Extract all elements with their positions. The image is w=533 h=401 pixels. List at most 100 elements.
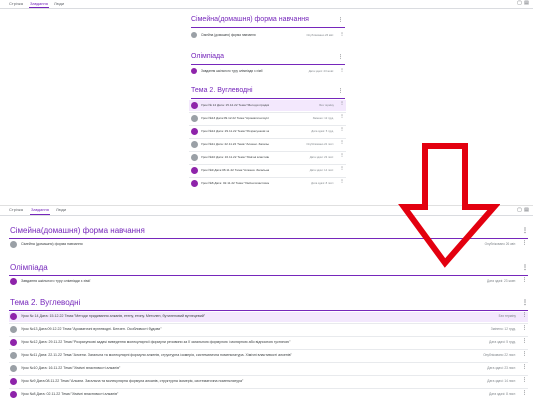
assignment-icon <box>10 241 17 248</box>
more-vert-icon[interactable]: ⋮ <box>522 338 527 344</box>
red-down-arrow <box>398 143 500 268</box>
assignment-icon <box>191 167 198 174</box>
list-item[interactable]: Урок № 14 Дата: 15.12.22 Тема:"Методи пр… <box>9 312 528 322</box>
assignment-icon <box>191 180 198 187</box>
item-meta: Опубліковано 26 квіт. <box>306 33 334 37</box>
more-vert-icon[interactable]: ⋮ <box>522 227 528 234</box>
more-vert-icon[interactable]: ⋮ <box>522 312 527 318</box>
list-item[interactable]: Урок №13 Дата:09.12.22 Тема:"Ароматичні … <box>9 325 528 335</box>
assignment-icon <box>10 313 17 320</box>
more-vert-icon[interactable]: ⋮ <box>522 240 527 246</box>
item-meta: Дата здачі: 14 лист. <box>487 379 516 383</box>
item-title: Сімейна (домашня) форма навчання <box>201 33 256 37</box>
calendar-icon[interactable]: ▢ <box>517 1 522 6</box>
item-meta: Дата здачі: 8 лист. <box>311 182 334 185</box>
item-title: Урок №9 Дата:08.11.22 Тема:"Алкани. Зага… <box>21 379 244 383</box>
assignment-icon <box>10 352 17 359</box>
list-item[interactable]: Урок №8 Дата: 02.11.22 Тема:"Хімічні вла… <box>9 390 528 400</box>
tab-classwork[interactable]: Завдання <box>30 206 50 215</box>
list-item[interactable]: Урок №11 Дата: 22.11.22 Тема:"Алкени. За… <box>189 139 346 150</box>
more-vert-icon[interactable]: ⋮ <box>340 113 344 118</box>
section-divider <box>191 64 345 65</box>
list-item[interactable]: Урок №10 Дата: 16.11.22 Тема:"Хімічні вл… <box>9 364 528 374</box>
more-vert-icon[interactable]: ⋮ <box>340 165 344 170</box>
assignment-icon <box>10 326 17 333</box>
tab-classwork[interactable]: Завдання <box>29 0 49 8</box>
more-vert-icon[interactable]: ⋮ <box>340 152 344 157</box>
list-item[interactable]: Сімейна (домашня) форма навчання Опублік… <box>189 30 346 40</box>
assignment-icon <box>10 378 17 385</box>
tab-stream[interactable]: Стрічка <box>9 0 23 7</box>
list-item[interactable]: Урок №12 Дата: 29.11.22 Тема:"Розрахунко… <box>189 126 346 137</box>
drive-icon[interactable]: ▤ <box>524 1 529 6</box>
tab-people[interactable]: Люди <box>54 0 64 7</box>
item-meta: Дата здачі: 8 лист. <box>489 392 516 396</box>
item-meta: Змінено: 12 груд. <box>490 327 516 331</box>
item-meta: Без терміну <box>498 314 516 318</box>
drive-icon[interactable]: ▤ <box>524 208 529 213</box>
item-title: Урок № 14 Дата: 15.12.22 Тема:"Методи пр… <box>201 103 269 107</box>
item-title: Сімейна (домашня) форма навчання <box>21 242 83 246</box>
more-vert-icon[interactable]: ⋮ <box>338 88 343 94</box>
more-vert-icon[interactable]: ⋮ <box>522 390 527 396</box>
more-vert-icon[interactable]: ⋮ <box>522 277 527 283</box>
more-vert-icon[interactable]: ⋮ <box>522 299 528 306</box>
more-vert-icon[interactable]: ⋮ <box>340 139 344 144</box>
calendar-icon[interactable]: ▢ <box>517 208 522 213</box>
row-divider <box>9 362 528 363</box>
item-title: Завдання шкільного туру олімпіади з хімі… <box>201 69 263 73</box>
list-item[interactable]: Урок №10 Дата: 16.11.22 Тема:"Хімічні вл… <box>189 152 346 163</box>
item-title: Урок №10 Дата: 16.11.22 Тема:"Хімічні вл… <box>21 366 121 370</box>
list-item[interactable]: Завдання шкільного туру олімпіади з хімі… <box>189 66 346 76</box>
item-title: Урок №11 Дата: 22.11.22 Тема:"Алкени. За… <box>201 142 269 146</box>
section-divider <box>191 27 345 28</box>
more-vert-icon[interactable]: ⋮ <box>340 126 344 131</box>
more-vert-icon[interactable]: ⋮ <box>522 364 527 370</box>
tab-people[interactable]: Люди <box>56 206 66 214</box>
more-vert-icon[interactable]: ⋮ <box>340 67 344 72</box>
section-divider <box>191 98 345 99</box>
item-title: Урок №11 Дата: 22.11.22 Тема:"Алкени. За… <box>21 353 292 357</box>
more-vert-icon[interactable]: ⋮ <box>522 377 527 383</box>
section-title: Олімпіада <box>191 53 225 60</box>
item-meta: Дата здачі: 23 жовт. <box>308 69 334 73</box>
top-tabs: Стрічка Завдання Люди ▢ ▤ <box>0 0 533 9</box>
item-title: Урок №8 Дата: 02.11.22 Тема:"Хімічні вла… <box>21 392 119 396</box>
row-divider <box>9 375 528 376</box>
item-title: Урок №13 Дата:09.12.22 Тема:"Ароматичні … <box>201 116 269 120</box>
section-title: Тема 2. Вуглеводні <box>191 87 253 94</box>
list-item[interactable]: Урок №9 Дата:08.11.22 Тема:"Алкани. Зага… <box>9 377 528 387</box>
item-title: Урок № 14 Дата: 15.12.22 Тема:"Методи пр… <box>21 314 206 318</box>
section-title: Олімпіада <box>10 263 48 272</box>
list-item[interactable]: Урок №9 Дата:08.11.22 Тема:"Алкани. Зага… <box>189 165 346 176</box>
more-vert-icon[interactable]: ⋮ <box>522 264 528 271</box>
section-title: Тема 2. Вуглеводні <box>10 298 81 307</box>
list-item[interactable]: Урок №12 Дата: 29.11.22 Тема:"Розрахунко… <box>9 338 528 348</box>
item-meta: Дата здачі: 5 груд. <box>311 130 334 133</box>
more-vert-icon[interactable]: ⋮ <box>340 31 344 36</box>
more-vert-icon[interactable]: ⋮ <box>338 17 343 23</box>
list-item[interactable]: Урок № 14 Дата: 15.12.22 Тема:"Методи пр… <box>189 100 346 111</box>
section-divider <box>9 310 528 311</box>
list-item[interactable]: Урок №8 Дата: 02.11.22 Тема:"Хімічні вла… <box>189 178 346 189</box>
assignment-icon <box>191 102 198 109</box>
row-divider <box>9 323 528 324</box>
list-item[interactable]: Урок №13 Дата:09.12.22 Тема:"Ароматичні … <box>189 113 346 124</box>
assignment-icon <box>191 128 198 135</box>
more-vert-icon[interactable]: ⋮ <box>340 178 344 183</box>
item-title: Урок №10 Дата: 16.11.22 Тема:"Хімічні вл… <box>201 155 269 159</box>
assignment-icon <box>191 115 198 122</box>
tab-stream[interactable]: Стрічка <box>9 206 23 214</box>
section-title: Сімейна(домашня) форма навчання <box>10 226 145 235</box>
item-meta: Дата здачі: 23 лист. <box>309 156 334 159</box>
item-title: Урок №12 Дата: 29.11.22 Тема:"Розрахунко… <box>21 340 291 344</box>
more-vert-icon[interactable]: ⋮ <box>522 325 527 331</box>
section-title: Сімейна(домашня) форма навчання <box>191 16 309 23</box>
assignment-icon <box>191 68 197 74</box>
list-item[interactable]: Урок №11 Дата: 22.11.22 Тема:"Алкени. За… <box>9 351 528 361</box>
more-vert-icon[interactable]: ⋮ <box>338 54 343 60</box>
list-item[interactable]: Завдання шкільного туру олімпіади з хімі… <box>9 277 528 287</box>
more-vert-icon[interactable]: ⋮ <box>522 351 527 357</box>
more-vert-icon[interactable]: ⋮ <box>340 100 344 105</box>
row-divider <box>9 336 528 337</box>
